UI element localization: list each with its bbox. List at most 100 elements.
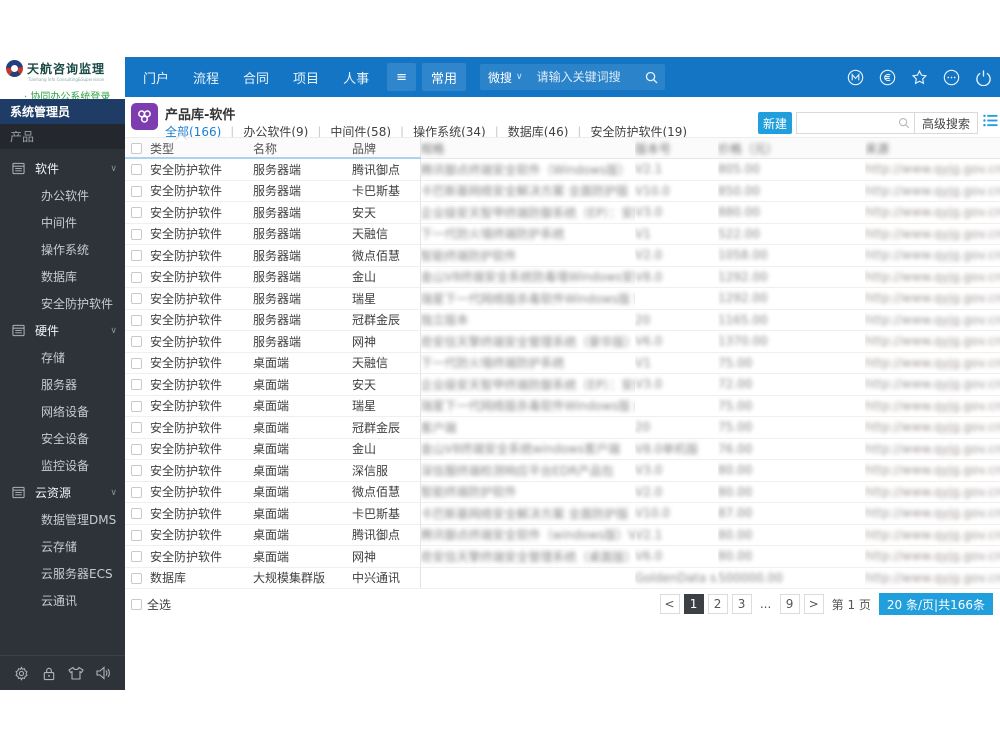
table-row[interactable]: 安全防护软件 桌面端 网神 奇安信天擎终端安全管理系统（桌面版） V6.0 80.00 ht…: [125, 545, 1000, 568]
search-scope-dropdown[interactable]: 微搜 ∨: [480, 64, 531, 90]
sidebar-item-数据库[interactable]: 数据库: [0, 263, 125, 290]
search-icon[interactable]: [894, 117, 914, 129]
nav-item-人事[interactable]: 人事: [331, 57, 381, 97]
cell-brand: 天融信: [352, 223, 421, 245]
table-row[interactable]: 安全防护软件服务器端卡巴斯基卡巴斯基网络安全解决方案 全面防护版（10-24用户…: [125, 180, 1000, 202]
quick-access-button[interactable]: 常用: [421, 63, 466, 91]
row-checkbox[interactable]: [131, 271, 142, 283]
page-size-info[interactable]: 20 条/页|共166条: [878, 593, 993, 615]
sidebar-item-云存储[interactable]: 云存储: [0, 533, 125, 560]
row-checkbox[interactable]: [131, 228, 142, 240]
table-row[interactable]: 安全防护软件 服务器端 冠群金辰 独立版本 20 1165.00 http://www.qy…: [125, 309, 1000, 331]
row-checkbox[interactable]: [131, 443, 142, 455]
table-search-input[interactable]: [797, 113, 894, 133]
sidebar-item-办公软件[interactable]: 办公软件: [0, 182, 125, 209]
row-checkbox[interactable]: [131, 422, 142, 434]
message-m-icon[interactable]: [846, 68, 864, 86]
nav-item-门户[interactable]: 门户: [131, 57, 181, 97]
row-checkbox[interactable]: [131, 551, 142, 563]
cell-price: 75.00: [718, 352, 865, 374]
table-row[interactable]: 安全防护软件 桌面端 冠群金辰 客户端 20 75.00 http://www.qyjg.g…: [125, 416, 1000, 439]
row-checkbox[interactable]: [131, 336, 142, 348]
table-row[interactable]: 安全防护软件 服务器端 腾讯御点 腾讯御点终端安全软件（Windows版） V2.1 80…: [125, 158, 1000, 181]
page-button-3[interactable]: 3: [731, 594, 752, 614]
speaker-volume-icon[interactable]: [95, 665, 111, 681]
sidebar-item-服务器[interactable]: 服务器: [0, 371, 125, 398]
page-button-...[interactable]: ...: [755, 594, 776, 614]
new-button[interactable]: 新建: [758, 112, 792, 134]
global-search-input[interactable]: [530, 64, 639, 90]
sidebar-item-安全设备[interactable]: 安全设备: [0, 425, 125, 452]
table-row[interactable]: 安全防护软件 桌面端 天融信 下一代防火墙终端防护系统 V1 75.00 http://ww…: [125, 352, 1000, 374]
power-logout-icon[interactable]: [974, 68, 992, 86]
user-role-label: 系统管理员: [0, 99, 125, 124]
row-checkbox[interactable]: [131, 400, 142, 412]
sidebar-group-硬件[interactable]: 硬件 ∨: [0, 317, 125, 344]
select-all-checkbox[interactable]: [131, 599, 142, 610]
page-button-<[interactable]: <: [659, 594, 680, 614]
table-row[interactable]: 安全防护软件桌面端瑞星瑞星下一代网络版杀毒软件Windows版 桌面版 75.00…: [125, 395, 1000, 417]
sidebar-item-数据管理DMS[interactable]: 数据管理DMS: [0, 506, 125, 533]
table-row[interactable]: 数据库大规模集群版中兴通讯 GoldenData s...500000.00 htt…: [125, 567, 1000, 589]
sidebar-item-网络设备[interactable]: 网络设备: [0, 398, 125, 425]
sidebar-section-product[interactable]: 产品: [0, 124, 125, 149]
page-button-2[interactable]: 2: [707, 594, 728, 614]
table-row[interactable]: 安全防护软件服务器端瑞星瑞星下一代网络版杀毒软件Windows版 安装版本 129…: [125, 287, 1000, 310]
lock-icon[interactable]: [41, 665, 57, 681]
page-button-9[interactable]: 9: [779, 594, 800, 614]
e-mail-icon[interactable]: [878, 68, 896, 86]
row-checkbox[interactable]: [131, 293, 142, 305]
table-row[interactable]: 安全防护软件服务器端金山金山V8终端安全系统防毒墙Windows安装版本V8.0…: [125, 266, 1000, 288]
sidebar-item-存储[interactable]: 存储: [0, 344, 125, 371]
row-checkbox[interactable]: [131, 508, 142, 520]
table-row[interactable]: 安全防护软件桌面端卡巴斯基卡巴斯基网络安全解决方案 全面防护版（10-24用户）…: [125, 502, 1000, 525]
cell-brand: 安天: [352, 201, 421, 224]
table-row[interactable]: 安全防护软件 桌面端 金山 金山V8终端安全系统windows客户端 V8.0单机版 76…: [125, 438, 1000, 460]
table-row[interactable]: 安全防护软件 桌面端 微点佰慧 智能终端防护软件 V2.0 80.00 http://www…: [125, 481, 1000, 503]
blurred-text: http://www.qyjg.gov.cn/sjg/: [865, 506, 1000, 521]
row-checkbox[interactable]: [131, 207, 142, 219]
sidebar-item-云服务器ECS[interactable]: 云服务器ECS: [0, 560, 125, 587]
row-checkbox[interactable]: [131, 465, 142, 477]
row-checkbox[interactable]: [131, 250, 142, 262]
table-row[interactable]: 安全防护软件 服务器端 天融信 下一代防火墙终端防护系统 V1 522.00 http://…: [125, 223, 1000, 245]
sidebar-item-操作系统[interactable]: 操作系统: [0, 236, 125, 263]
sidebar-item-云通讯[interactable]: 云通讯: [0, 587, 125, 614]
search-icon[interactable]: [638, 64, 665, 90]
sidebar-group-软件[interactable]: 软件 ∨: [0, 155, 125, 182]
settings-gear-icon[interactable]: [14, 665, 30, 681]
row-checkbox[interactable]: [131, 314, 142, 326]
cell-brand: 腾讯御点: [352, 524, 421, 546]
table-row[interactable]: 安全防护软件 服务器端 网神 奇安信天擎终端安全管理系统（豪华版） V6.0 1370.0…: [125, 330, 1000, 353]
list-view-icon[interactable]: [983, 114, 998, 127]
nav-item-合同[interactable]: 合同: [231, 57, 281, 97]
sidebar-item-安全防护软件[interactable]: 安全防护软件: [0, 290, 125, 317]
row-checkbox[interactable]: [131, 486, 142, 498]
page-button->[interactable]: >: [803, 594, 824, 614]
sidebar-group-云资源[interactable]: 云资源 ∨: [0, 479, 125, 506]
cell-name: 服务器端: [253, 287, 352, 310]
header-checkbox[interactable]: [131, 143, 142, 154]
advanced-search-button[interactable]: 高级搜索: [913, 113, 977, 133]
row-checkbox[interactable]: [131, 379, 142, 391]
nav-item-项目[interactable]: 项目: [281, 57, 331, 97]
favorite-star-icon[interactable]: [910, 68, 928, 86]
table-row[interactable]: 安全防护软件 桌面端 腾讯御点 腾讯御点终端安全软件（windows版）V2.1 V2.…: [125, 524, 1000, 546]
more-options-icon[interactable]: [942, 68, 960, 86]
cell-version: [635, 395, 718, 417]
sidebar-item-中间件[interactable]: 中间件: [0, 209, 125, 236]
row-checkbox[interactable]: [131, 357, 142, 369]
table-row[interactable]: 安全防护软件服务器端安天企业级安天智甲终端防御系统（EP）：安装授权费V3.0 8…: [125, 201, 1000, 224]
nav-item-流程[interactable]: 流程: [181, 57, 231, 97]
row-checkbox[interactable]: [131, 572, 142, 584]
sidebar-item-监控设备[interactable]: 监控设备: [0, 452, 125, 479]
row-checkbox[interactable]: [131, 529, 142, 541]
table-row[interactable]: 安全防护软件 桌面端 深信服 深信服终端检测响应平台EDR产品包 V3.0 80.00 ht…: [125, 459, 1000, 482]
table-row[interactable]: 安全防护软件 服务器端 微点佰慧 智能终端防护软件 V2.0 1058.00 http://…: [125, 244, 1000, 267]
theme-shirt-icon[interactable]: [68, 665, 84, 681]
row-checkbox[interactable]: [131, 185, 142, 197]
page-button-1[interactable]: 1: [683, 594, 704, 614]
menu-toggle-button[interactable]: ≡: [387, 63, 416, 91]
row-checkbox[interactable]: [131, 164, 142, 176]
table-row[interactable]: 安全防护软件桌面端安天企业级安天智甲终端防御系统（EP）：安装授权费V3.0 72…: [125, 373, 1000, 396]
